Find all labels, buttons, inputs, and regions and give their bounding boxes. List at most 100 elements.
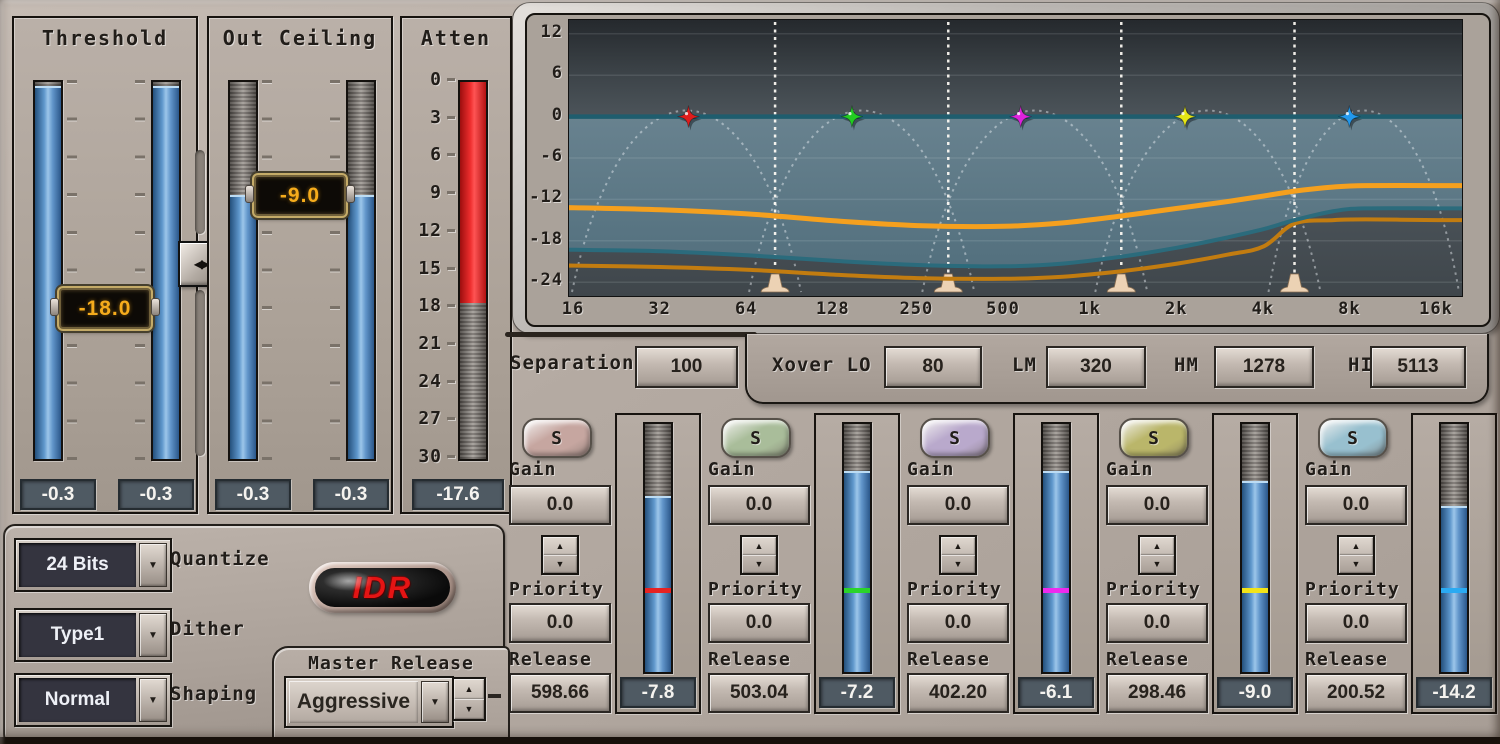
band-4-priority-value-box[interactable]: 0.0 — [1106, 603, 1208, 643]
dither-dropdown[interactable]: Type1 ▼ — [14, 608, 172, 662]
shaping-dropdown[interactable]: Normal ▼ — [14, 673, 172, 727]
release-label: Release — [907, 649, 990, 670]
band-3-solo-button[interactable]: S — [920, 418, 990, 458]
master-release-dropdown[interactable]: Aggressive ▼ — [284, 676, 454, 728]
threshold-panel: Threshold -18.0 -0.3 -0.3 — [12, 16, 198, 514]
band-meter-track[interactable] — [1240, 422, 1270, 674]
graph-bottom-shadow — [505, 332, 757, 337]
stepper-up-icon[interactable]: ▲ — [742, 537, 776, 555]
band-2-priority-stepper[interactable]: ▲ ▼ — [740, 535, 778, 575]
band-4-solo-button[interactable]: S — [1119, 418, 1189, 458]
band-5-solo-button[interactable]: S — [1318, 418, 1388, 458]
stepper-up-icon[interactable]: ▲ — [941, 537, 975, 555]
frequency-response-plot[interactable] — [563, 19, 1465, 297]
graph-x-tick-label: 128 — [815, 299, 850, 319]
meter-bar — [1242, 481, 1268, 672]
band-5-meter: -14.2 — [1411, 413, 1497, 714]
band-3-gain-value-box[interactable]: 0.0 — [907, 485, 1009, 525]
atten-scale-label: 6 — [430, 144, 442, 166]
band-1-gain-value-box[interactable]: 0.0 — [509, 485, 611, 525]
quantize-label: Quantize — [170, 548, 270, 570]
band-3-priority-value-box[interactable]: 0.0 — [907, 603, 1009, 643]
threshold-fader-left[interactable] — [33, 80, 63, 461]
band-4-meter-readout: -9.0 — [1217, 677, 1293, 708]
meter-unfilled — [1441, 424, 1467, 506]
out-ceiling-fader-right[interactable] — [346, 80, 376, 461]
stepper-down-icon[interactable]: ▼ — [543, 555, 577, 573]
out-ceiling-value-tag[interactable]: -9.0 — [245, 175, 355, 217]
separation-value-box[interactable]: 100 — [635, 346, 738, 388]
quantize-dropdown[interactable]: 24 Bits ▼ — [14, 538, 172, 592]
stepper-up-icon[interactable]: ▲ — [543, 537, 577, 555]
stepper-up-icon[interactable]: ▲ — [454, 679, 484, 699]
gain-label: Gain — [509, 459, 557, 480]
stepper-up-icon[interactable]: ▲ — [1140, 537, 1174, 555]
band-2-gain-value-box[interactable]: 0.0 — [708, 485, 810, 525]
band-2-release-value-box[interactable]: 503.04 — [708, 673, 810, 713]
band-controls: S Gain 0.0 ▲ ▼ Priority 0.0 Release 598.… — [505, 413, 1500, 714]
atten-scale-tick — [447, 266, 455, 270]
band-1-solo-button[interactable]: S — [522, 418, 592, 458]
dither-value: Type1 — [19, 613, 136, 657]
stepper-down-icon[interactable]: ▼ — [1339, 555, 1373, 573]
band-meter-track[interactable] — [643, 422, 673, 674]
band-4-priority-stepper[interactable]: ▲ ▼ — [1138, 535, 1176, 575]
master-release-link-dash — [488, 694, 501, 698]
threshold-fader-right[interactable] — [151, 80, 181, 461]
band-1-priority-stepper[interactable]: ▲ ▼ — [541, 535, 579, 575]
priority-label: Priority — [907, 579, 1002, 600]
graph-y-tick-label: 0 — [551, 104, 563, 125]
band-4-release-value-box[interactable]: 298.46 — [1106, 673, 1208, 713]
dropdown-arrow-icon[interactable]: ▼ — [139, 543, 167, 587]
dropdown-arrow-icon[interactable]: ▼ — [139, 613, 167, 657]
out-ceiling-fader-left[interactable] — [228, 80, 258, 461]
dropdown-arrow-icon[interactable]: ▼ — [139, 678, 167, 722]
band-1-meter-readout: -7.8 — [620, 677, 696, 708]
window-bottom-edge — [0, 737, 1500, 744]
out-ceiling-readout-right: -0.3 — [313, 479, 389, 510]
band-4-gain-value-box[interactable]: 0.0 — [1106, 485, 1208, 525]
band-3-priority-stepper[interactable]: ▲ ▼ — [939, 535, 977, 575]
band-5-release-value-box[interactable]: 200.52 — [1305, 673, 1407, 713]
stepper-up-icon[interactable]: ▲ — [1339, 537, 1373, 555]
band-3-release-value-box[interactable]: 402.20 — [907, 673, 1009, 713]
fader-bar — [35, 85, 61, 459]
threshold-value-tag[interactable]: -18.0 — [50, 288, 160, 330]
stepper-down-icon[interactable]: ▼ — [1140, 555, 1174, 573]
fader-bar — [348, 195, 374, 459]
stepper-down-icon[interactable]: ▼ — [941, 555, 975, 573]
dither-label: Dither — [170, 618, 245, 640]
band-5-priority-stepper[interactable]: ▲ ▼ — [1337, 535, 1375, 575]
fader-unfilled — [348, 82, 374, 196]
band-5-gain-value-box[interactable]: 0.0 — [1305, 485, 1407, 525]
band-meter-track[interactable] — [1439, 422, 1469, 674]
stepper-down-icon[interactable]: ▼ — [454, 699, 484, 719]
atten-scale-tick — [447, 455, 455, 458]
graph-y-tick-label: -12 — [529, 187, 563, 208]
band-2-solo-button[interactable]: S — [721, 418, 791, 458]
band-5-priority-value-box[interactable]: 0.0 — [1305, 603, 1407, 643]
link-slot-top — [195, 150, 205, 234]
meter-bar — [1043, 471, 1069, 672]
master-release-stepper[interactable]: ▲ ▼ — [452, 677, 486, 721]
band-5: S Gain 0.0 ▲ ▼ Priority 0.0 Release 200.… — [1301, 413, 1500, 714]
fader-tick-marks — [330, 80, 340, 460]
gain-label: Gain — [1305, 459, 1353, 480]
atten-scale-label: 30 — [418, 446, 442, 467]
meter-unfilled — [1043, 424, 1069, 472]
xover-hm-value-box[interactable]: 1278 — [1214, 346, 1314, 388]
fader-tick-marks — [67, 80, 77, 460]
band-meter-track[interactable] — [1041, 422, 1071, 674]
atten-scale-tick — [447, 304, 455, 308]
graph-x-tick-label: 1k — [1078, 299, 1101, 319]
band-1-priority-value-box[interactable]: 0.0 — [509, 603, 611, 643]
stepper-down-icon[interactable]: ▼ — [742, 555, 776, 573]
dropdown-arrow-icon[interactable]: ▼ — [421, 681, 449, 723]
xover-lo-value-box[interactable]: 80 — [884, 346, 982, 388]
band-meter-track[interactable] — [842, 422, 872, 674]
xover-hi-value-box[interactable]: 5113 — [1370, 346, 1466, 388]
xover-lm-value-box[interactable]: 320 — [1046, 346, 1146, 388]
band-1-release-value-box[interactable]: 598.66 — [509, 673, 611, 713]
band-2-priority-value-box[interactable]: 0.0 — [708, 603, 810, 643]
idr-logo: IDR — [309, 562, 456, 613]
